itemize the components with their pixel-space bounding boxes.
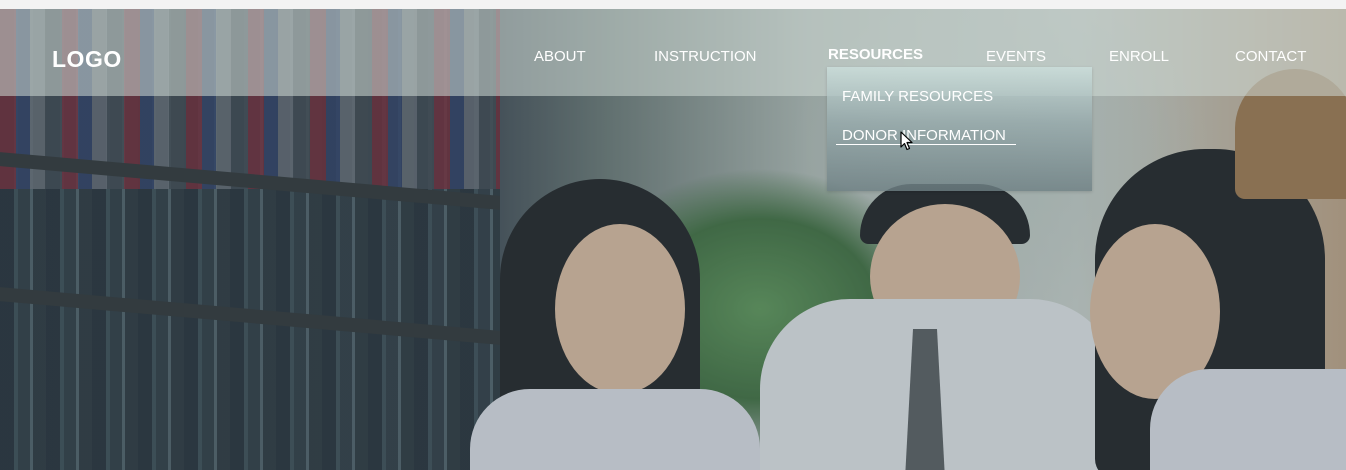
hover-underline	[836, 144, 1016, 145]
nav-about[interactable]: ABOUT	[534, 48, 586, 65]
logo[interactable]: LOGO	[52, 46, 122, 73]
nav-events[interactable]: EVENTS	[986, 48, 1046, 65]
nav-instruction[interactable]: INSTRUCTION	[654, 48, 757, 65]
dropdown-item-family-resources[interactable]: FAMILY RESOURCES	[842, 88, 993, 105]
dropdown-item-donor-information[interactable]: DONOR INFORMATION	[842, 127, 1006, 144]
mouse-pointer-icon	[900, 131, 914, 156]
nav-contact[interactable]: CONTACT	[1235, 48, 1306, 65]
top-strip	[0, 0, 1346, 9]
nav-resources[interactable]: RESOURCES	[828, 46, 923, 63]
resources-dropdown: FAMILY RESOURCES DONOR INFORMATION	[827, 67, 1092, 191]
nav-enroll[interactable]: ENROLL	[1109, 48, 1169, 65]
